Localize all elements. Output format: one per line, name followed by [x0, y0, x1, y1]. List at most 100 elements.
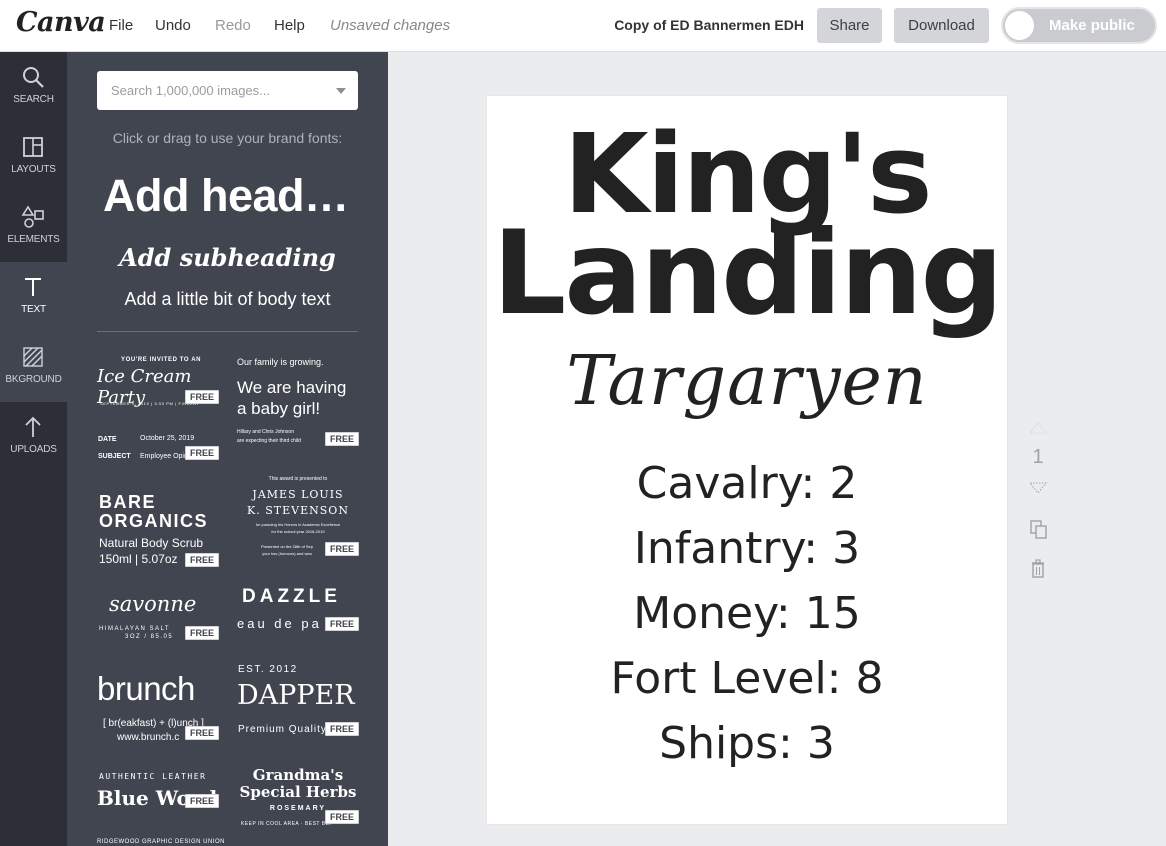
- template-text: Special Herbs: [239, 783, 357, 801]
- free-badge: FREE: [325, 722, 360, 736]
- toggle-knob: [1005, 11, 1034, 40]
- trash-icon[interactable]: [1028, 558, 1048, 580]
- redo-button[interactable]: Redo: [215, 17, 251, 34]
- template-text: 3OZ / 85.05: [125, 634, 174, 640]
- text-icon: [25, 278, 41, 296]
- chevron-down-icon[interactable]: [336, 88, 346, 94]
- free-badge: FREE: [185, 726, 220, 740]
- add-subheading-button[interactable]: Add subheading: [67, 243, 388, 272]
- move-page-up-icon[interactable]: [1028, 420, 1048, 436]
- template-text: savonne: [109, 592, 197, 616]
- template-text: EST. 2012: [238, 664, 298, 675]
- template-text: KEEP IN COOL AREA · BEST BEF: [241, 821, 333, 827]
- rail-elements-label: ELEMENTS: [7, 234, 60, 245]
- template-text: brunch: [97, 670, 195, 707]
- layouts-icon: [23, 137, 43, 157]
- design-title-line2[interactable]: Landing: [487, 206, 1007, 341]
- canva-logo[interactable]: Canva: [16, 7, 106, 38]
- template-text: Our family is growing.: [237, 357, 324, 367]
- rail-uploads-label: UPLOADS: [10, 444, 57, 455]
- free-badge: FREE: [185, 553, 220, 567]
- rail-search[interactable]: SEARCH: [0, 52, 67, 122]
- template-text: DAZZLE: [242, 586, 341, 607]
- template-text: SUBJECT: [98, 453, 131, 460]
- design-page[interactable]: King's Landing Targaryen Cavalry: 2 Infa…: [487, 96, 1007, 824]
- make-public-toggle[interactable]: Make public: [1001, 7, 1157, 44]
- save-status: Unsaved changes: [330, 17, 451, 34]
- design-stat-cavalry[interactable]: Cavalry: 2: [487, 458, 1007, 509]
- rail-elements[interactable]: ELEMENTS: [0, 192, 67, 262]
- free-badge: FREE: [325, 432, 360, 446]
- template-grandmas-herbs[interactable]: Grandma's Special Herbs ROSEMARY KEEP IN…: [237, 766, 360, 846]
- template-award-certificate[interactable]: This award is presented to JAMES LOUIS K…: [237, 474, 360, 558]
- design-stat-fort-level[interactable]: Fort Level: 8: [487, 653, 1007, 704]
- template-brunch[interactable]: brunch [ br(eakfast) + (l)unch ] www.bru…: [97, 670, 222, 744]
- upload-arrow-icon: [25, 416, 41, 437]
- design-stat-ships[interactable]: Ships: 3: [487, 718, 1007, 769]
- duplicate-page-icon[interactable]: [1028, 518, 1048, 540]
- template-blue-wood[interactable]: AUTHENTIC LEATHER Blue Wood RIDGEWOOD GR…: [97, 770, 226, 846]
- free-badge: FREE: [325, 810, 360, 824]
- template-text: Grandma's: [252, 766, 344, 784]
- page-number: 1: [1032, 446, 1044, 468]
- add-body-text-button[interactable]: Add a little bit of body text: [67, 289, 388, 310]
- template-text: a baby girl!: [237, 399, 321, 418]
- template-text: We are having: [237, 378, 347, 397]
- rail-layouts-label: LAYOUTS: [11, 164, 56, 175]
- rail-search-label: SEARCH: [13, 94, 54, 105]
- template-text: your two (honours) and wea: [262, 551, 312, 556]
- free-badge: FREE: [325, 542, 360, 556]
- template-text: AUTHENTIC LEATHER: [99, 772, 207, 781]
- rail-uploads[interactable]: UPLOADS: [0, 402, 67, 472]
- template-text: Premium Quality: [238, 724, 327, 735]
- share-button[interactable]: Share: [817, 8, 882, 43]
- template-memo[interactable]: DATE October 25, 2019 SUBJECT Employee O…: [97, 432, 222, 466]
- rail-background-label: BKGROUND: [5, 374, 62, 385]
- template-baby-girl[interactable]: Our family is growing. We are having a b…: [237, 354, 360, 449]
- top-bar: Canva File Undo Redo Help Unsaved change…: [0, 0, 1166, 52]
- design-stat-money[interactable]: Money: 15: [487, 588, 1007, 639]
- editor-workspace: King's Landing Targaryen Cavalry: 2 Infa…: [388, 52, 1166, 846]
- template-text: YOU'RE INVITED TO AN: [121, 357, 202, 363]
- template-dazzle[interactable]: DAZZLE eau de pa FREE: [237, 586, 360, 636]
- template-text: October 25, 2019: [140, 435, 195, 442]
- template-text: Employee Opin: [140, 453, 188, 460]
- panel-divider: [97, 331, 358, 332]
- download-button[interactable]: Download: [894, 8, 989, 43]
- template-dapper[interactable]: EST. 2012 DAPPER Premium Quality FREE: [237, 662, 360, 738]
- move-page-down-icon[interactable]: [1028, 480, 1048, 496]
- rail-layouts[interactable]: LAYOUTS: [0, 122, 67, 192]
- rail-background[interactable]: BKGROUND: [0, 332, 67, 402]
- template-text: HIMALAYAN SALT: [99, 626, 171, 632]
- rail-text-label: TEXT: [21, 304, 46, 315]
- rail-text[interactable]: TEXT: [0, 262, 67, 332]
- make-public-label: Make public: [1049, 17, 1135, 34]
- image-search-input[interactable]: Search 1,000,000 images...: [97, 71, 358, 110]
- template-text: ORGANICS: [99, 511, 209, 531]
- template-text: JAMES LOUIS: [252, 488, 344, 501]
- template-ice-cream-party[interactable]: YOU'RE INVITED TO AN Ice Cream Party SEP…: [97, 354, 222, 414]
- design-house-name[interactable]: Targaryen: [487, 342, 1007, 421]
- template-text: DAPPER: [237, 680, 355, 711]
- template-savonne[interactable]: savonne HIMALAYAN SALT 3OZ / 85.05 FREE: [97, 592, 222, 644]
- help-menu[interactable]: Help: [274, 17, 305, 34]
- template-text: This award is presented to: [268, 476, 328, 482]
- file-menu[interactable]: File: [109, 17, 133, 34]
- template-text: www.brunch.c: [117, 732, 180, 743]
- template-text: RIDGEWOOD GRAPHIC DESIGN UNION: [97, 839, 226, 845]
- document-title[interactable]: Copy of ED Bannermen EDH: [614, 17, 804, 33]
- template-text: Natural Body Scrub: [99, 536, 204, 550]
- text-panel: Search 1,000,000 images... Click or drag…: [67, 52, 388, 846]
- template-text: Presented on the 28th of Sep: [260, 544, 314, 549]
- template-bare-organics[interactable]: BARE ORGANICS Natural Body Scrub 150ml |…: [97, 490, 222, 568]
- template-text: for pursuing his Honors in Academic Exce…: [255, 522, 341, 527]
- free-badge: FREE: [185, 626, 220, 640]
- add-heading-button[interactable]: Add heading: [103, 170, 353, 222]
- brand-fonts-note: Click or drag to use your brand fonts:: [112, 130, 343, 146]
- free-badge: FREE: [185, 446, 220, 460]
- template-text: eau de pa: [237, 616, 322, 631]
- template-text: for the school year 2018-2019: [271, 529, 325, 534]
- template-text: 150ml | 5.07oz: [99, 552, 178, 566]
- undo-button[interactable]: Undo: [155, 17, 191, 34]
- design-stat-infantry[interactable]: Infantry: 3: [487, 523, 1007, 574]
